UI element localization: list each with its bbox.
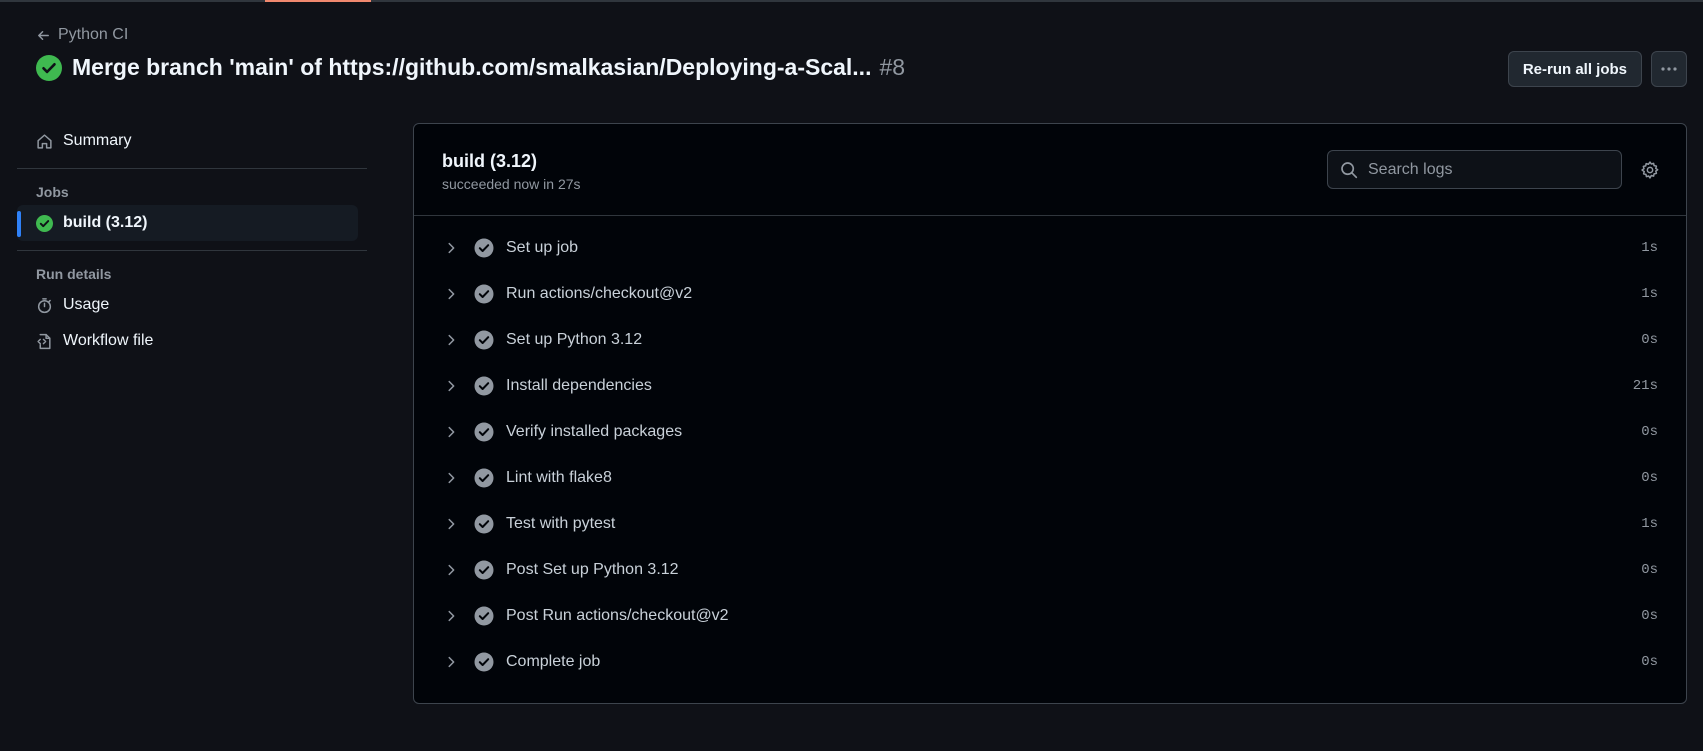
- back-link[interactable]: Python CI: [36, 26, 128, 44]
- sidebar-item-label: Workflow file: [63, 332, 154, 349]
- step-duration: 0s: [1641, 470, 1658, 486]
- success-check-icon: [36, 54, 62, 81]
- stopwatch-icon: [37, 297, 52, 313]
- steps-list: Set up job 1s Run actions/checkout@v2 1s…: [414, 216, 1686, 685]
- step-row[interactable]: Install dependencies 21s: [414, 363, 1686, 409]
- rerun-all-jobs-button[interactable]: Re-run all jobs: [1507, 51, 1642, 87]
- check-circle-icon: [474, 606, 494, 626]
- file-code-icon: [37, 333, 51, 349]
- chevron-right-icon: [448, 380, 455, 392]
- chevron-right-icon: [448, 426, 455, 438]
- step-name: Post Run actions/checkout@v2: [506, 607, 729, 624]
- step-duration: 1s: [1641, 286, 1658, 302]
- sidebar: Summary Jobs build (3.12) Run details Us…: [17, 123, 367, 359]
- step-name: Run actions/checkout@v2: [506, 285, 693, 302]
- step-duration: 0s: [1641, 608, 1658, 624]
- sidebar-item-workflow-file[interactable]: Workflow file: [17, 323, 367, 359]
- job-status: succeeded now in 27s: [442, 176, 581, 192]
- chevron-right-icon: [448, 242, 455, 254]
- search-logs-box[interactable]: [1327, 150, 1622, 189]
- job-log-panel: build (3.12) succeeded now in 27s Set up…: [413, 123, 1687, 704]
- sidebar-item-build-job[interactable]: build (3.12): [17, 205, 358, 241]
- sidebar-item-usage[interactable]: Usage: [17, 287, 367, 323]
- chevron-right-icon: [448, 334, 455, 346]
- step-duration: 0s: [1641, 424, 1658, 440]
- home-icon: [37, 133, 52, 149]
- step-name: Complete job: [506, 653, 601, 670]
- success-check-icon: [36, 214, 53, 232]
- check-circle-icon: [474, 468, 494, 488]
- step-row[interactable]: Set up Python 3.12 0s: [414, 317, 1686, 363]
- step-name: Post Set up Python 3.12: [506, 561, 679, 578]
- step-duration: 0s: [1641, 332, 1658, 348]
- search-logs-input[interactable]: [1368, 160, 1598, 179]
- sidebar-divider: [17, 250, 367, 251]
- back-link-label: Python CI: [58, 26, 129, 43]
- job-header: build (3.12) succeeded now in 27s: [414, 124, 1686, 216]
- step-row[interactable]: Run actions/checkout@v2 1s: [414, 271, 1686, 317]
- job-title: build (3.12): [442, 151, 538, 171]
- step-row[interactable]: Post Set up Python 3.12 0s: [414, 547, 1686, 593]
- step-duration: 0s: [1641, 654, 1658, 670]
- step-duration: 0s: [1641, 562, 1658, 578]
- chevron-right-icon: [448, 288, 455, 300]
- step-name: Set up Python 3.12: [506, 331, 643, 348]
- step-duration: 1s: [1641, 240, 1658, 256]
- step-duration: 21s: [1632, 378, 1658, 394]
- kebab-horizontal-icon: [1661, 67, 1677, 71]
- chevron-right-icon: [448, 564, 455, 576]
- step-duration: 1s: [1641, 516, 1658, 532]
- page-title: Merge branch 'main' of https://github.co…: [72, 54, 872, 80]
- check-circle-icon: [474, 284, 494, 304]
- step-row[interactable]: Set up job 1s: [414, 225, 1686, 271]
- run-number: #8: [879, 54, 906, 80]
- sidebar-item-label: Usage: [63, 296, 110, 313]
- check-circle-icon: [474, 330, 494, 350]
- arrow-left-icon: [38, 30, 49, 40]
- chevron-right-icon: [448, 472, 455, 484]
- check-circle-icon: [474, 560, 494, 580]
- sidebar-item-summary[interactable]: Summary: [17, 123, 367, 159]
- chevron-right-icon: [448, 518, 455, 530]
- step-name: Install dependencies: [506, 377, 652, 394]
- gear-icon[interactable]: [1640, 160, 1660, 180]
- jobs-heading: Jobs: [36, 183, 69, 200]
- step-row[interactable]: Post Run actions/checkout@v2 0s: [414, 593, 1686, 639]
- chevron-right-icon: [448, 610, 455, 622]
- check-circle-icon: [474, 376, 494, 396]
- step-name: Test with pytest: [506, 515, 616, 532]
- search-icon: [1341, 161, 1358, 178]
- step-name: Set up job: [506, 239, 579, 256]
- check-circle-icon: [474, 422, 494, 442]
- step-row[interactable]: Complete job 0s: [414, 639, 1686, 685]
- run-details-heading: Run details: [36, 265, 112, 282]
- check-circle-icon: [474, 238, 494, 258]
- step-row[interactable]: Verify installed packages 0s: [414, 409, 1686, 455]
- step-row[interactable]: Lint with flake8 0s: [414, 455, 1686, 501]
- check-circle-icon: [474, 652, 494, 672]
- run-header: Python CI Merge branch 'main' of https:/…: [36, 22, 1687, 92]
- step-name: Lint with flake8: [506, 469, 612, 486]
- more-options-button[interactable]: [1651, 51, 1687, 87]
- active-tab-indicator: [265, 0, 371, 2]
- sidebar-item-label: build (3.12): [63, 214, 148, 231]
- check-circle-icon: [474, 514, 494, 534]
- run-title-row: Merge branch 'main' of https://github.co…: [36, 54, 905, 81]
- step-name: Verify installed packages: [506, 423, 683, 440]
- top-border: [0, 0, 1703, 2]
- step-row[interactable]: Test with pytest 1s: [414, 501, 1686, 547]
- active-indicator: [17, 211, 21, 237]
- sidebar-divider: [17, 168, 367, 169]
- sidebar-item-label: Summary: [63, 132, 132, 149]
- chevron-right-icon: [448, 656, 455, 668]
